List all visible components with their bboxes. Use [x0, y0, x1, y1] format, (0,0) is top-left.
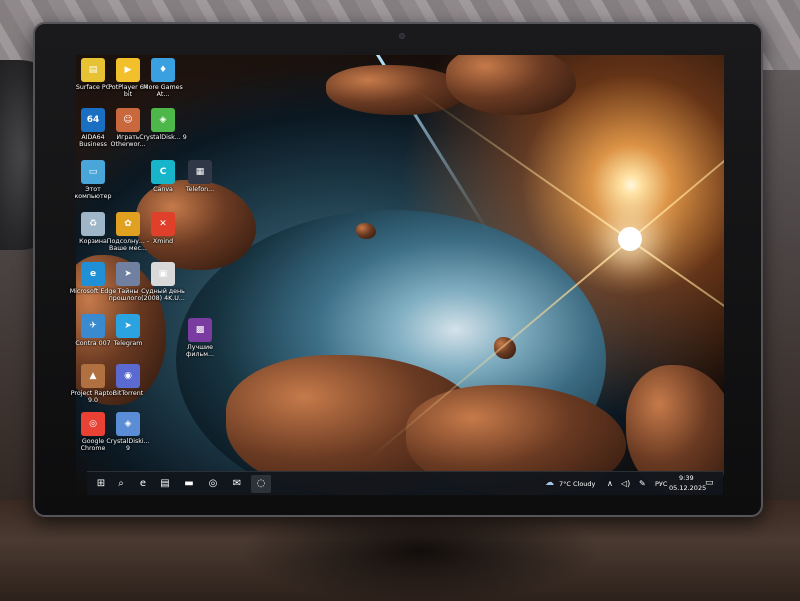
desktop-item-label: Xmind: [152, 238, 174, 245]
search-icon[interactable]: ⌕: [111, 475, 131, 493]
language-indicator[interactable]: РУС: [655, 480, 667, 488]
wallpaper-rock-9: [494, 337, 516, 359]
desktop-item[interactable]: ▣ Судный день (2008) 4K.U...: [139, 262, 187, 302]
desktop-item-label: Лучшие фильм...: [186, 344, 214, 358]
desktop-item-label: CrystalDisk... 9: [139, 134, 187, 141]
xmind-icon: ✕: [151, 212, 175, 236]
desktop-item-label: Telegram: [113, 340, 143, 347]
more-games-icon: ♦: [151, 58, 175, 82]
wallpaper-rock-8: [356, 223, 376, 239]
crystaldisk2-icon: ◈: [116, 412, 140, 436]
desktop-item-label: Этот компьютер: [74, 186, 112, 200]
contra-icon: ✈: [81, 314, 105, 338]
otherworld-game-icon: ☺: [116, 108, 140, 132]
edge-taskbar-icon[interactable]: e: [133, 475, 153, 493]
tray-chevron-icon[interactable]: ∧: [607, 479, 613, 488]
sun-ray-1: [629, 55, 724, 241]
clock-date[interactable]: 05.12.2025: [669, 484, 706, 492]
desktop-item[interactable]: ▩ Лучшие фильм...: [176, 318, 224, 358]
telefon-icon: ▦: [188, 160, 212, 184]
desktop-item-label: CrystalDiski... 9: [106, 438, 150, 452]
wallpaper-rock-3: [326, 65, 466, 115]
notifications-icon[interactable]: ▭: [705, 478, 714, 488]
store-icon[interactable]: ▤: [155, 475, 175, 493]
canva-icon: C: [151, 160, 175, 184]
chrome-taskbar-icon[interactable]: ◎: [203, 475, 223, 493]
bittorrent-icon: ◉: [116, 364, 140, 388]
telegram-icon: ➤: [116, 314, 140, 338]
tablet-shadow: [240, 515, 600, 601]
mail-icon[interactable]: ✉: [227, 475, 247, 493]
volume-icon[interactable]: ◁): [621, 479, 630, 488]
this-pc-icon: ▭: [81, 160, 105, 184]
windows-start-icon[interactable]: ⊞: [91, 475, 111, 493]
mystery-game-icon: ➤: [116, 262, 140, 286]
raptor-icon: ▲: [81, 364, 105, 388]
wallpaper-rock-4: [446, 55, 576, 115]
aida64-icon: 64: [81, 108, 105, 132]
desktop-item[interactable]: ◈ CrystalDisk... 9: [139, 108, 187, 141]
films-folder-icon: ▩: [188, 318, 212, 342]
clock-time[interactable]: 9:39: [679, 474, 694, 482]
video-file-icon: ▣: [151, 262, 175, 286]
explorer-icon[interactable]: ▬: [179, 475, 199, 493]
app-active-icon[interactable]: ◌: [251, 475, 271, 493]
surface-pc-icon: ▤: [81, 58, 105, 82]
potplayer-icon: ▶: [116, 58, 140, 82]
weather-widget[interactable]: 7°C Cloudy: [559, 480, 595, 488]
pen-icon[interactable]: ✎: [639, 479, 646, 488]
sunflower-icon: ✿: [116, 212, 140, 236]
desktop-item[interactable]: ♦ More Games At...: [139, 58, 187, 98]
wallpaper-sun: [618, 227, 642, 251]
weather-cloud-icon[interactable]: ☁: [545, 478, 554, 488]
desktop-item-label: Судный день (2008) 4K.U...: [141, 288, 185, 302]
desktop-item-label: Telefon...: [185, 186, 215, 193]
desktop-item-label: BitTorrent: [112, 390, 144, 397]
desktop-item[interactable]: ◈ CrystalDiski... 9: [104, 412, 152, 452]
desktop-item[interactable]: ➤ Telegram: [104, 314, 152, 347]
desktop-item-label: More Games At...: [143, 84, 183, 98]
chrome-icon: ◎: [81, 412, 105, 436]
desktop-item[interactable]: ✕ Xmind: [139, 212, 187, 245]
desktop-item[interactable]: ◉ BitTorrent: [104, 364, 152, 397]
front-camera: [399, 33, 405, 39]
desktop-item[interactable]: ▦ Telefon...: [176, 160, 224, 193]
recycle-bin-icon: ♻: [81, 212, 105, 236]
edge-icon: e: [81, 262, 105, 286]
taskbar: ⊞ ⌕ e ▤ ▬ ◎ ✉ ◌ ☁ 7°C Cloudy ∧ ◁) ✎ РУС 9:39 05…: [87, 471, 723, 495]
crystaldisk-icon: ◈: [151, 108, 175, 132]
desktop-item[interactable]: ▭ Этот компьютер: [69, 160, 117, 200]
